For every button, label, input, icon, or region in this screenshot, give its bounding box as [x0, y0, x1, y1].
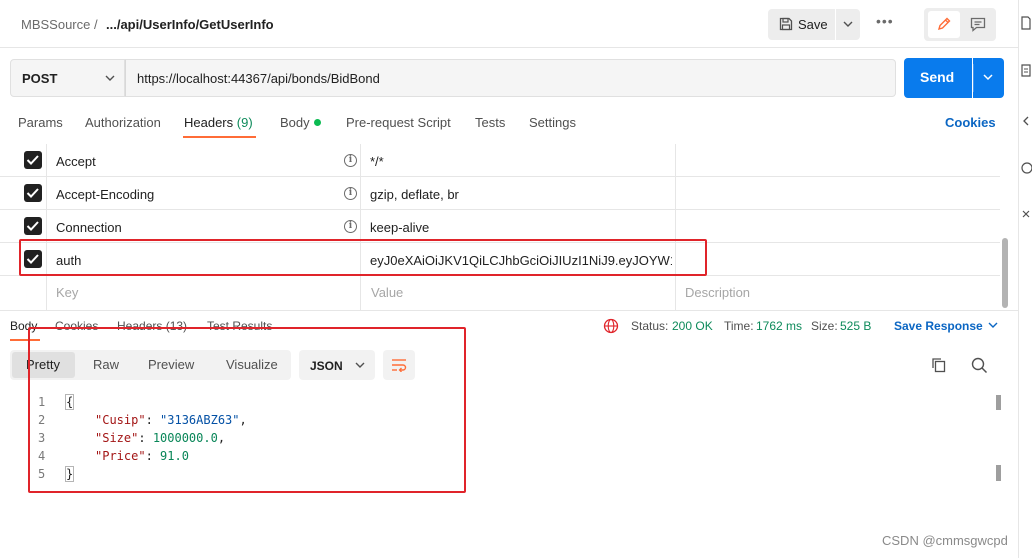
url-input[interactable]: https://localhost:44367/api/bonds/BidBon… — [125, 59, 896, 97]
send-button[interactable]: Send — [904, 58, 972, 98]
comment-icon — [970, 17, 986, 32]
method-label: POST — [22, 71, 58, 86]
description-placeholder[interactable]: Description — [685, 285, 750, 300]
code-icon[interactable] — [1021, 114, 1031, 128]
time-label: Time: — [724, 319, 754, 333]
send-label: Send — [920, 69, 955, 85]
chevron-down-icon — [105, 75, 115, 81]
breadcrumb-workspace[interactable]: MBSSource — [21, 17, 90, 32]
chevron-down-icon[interactable] — [988, 322, 998, 329]
breadcrumb-request-name[interactable]: .../api/UserInfo/GetUserInfo — [106, 17, 274, 32]
header-key[interactable]: Connection — [56, 220, 122, 235]
watermark: CSDN @cmmsgwcpd — [882, 533, 1008, 548]
save-button[interactable]: Save — [768, 9, 835, 40]
document-icon[interactable] — [1021, 16, 1031, 30]
header-value[interactable]: gzip, deflate, br — [370, 187, 459, 202]
info-panel-icon[interactable] — [1021, 64, 1031, 78]
header-key[interactable]: Accept-Encoding — [56, 187, 154, 202]
body-status-dot — [313, 119, 321, 126]
globe-icon[interactable] — [603, 318, 619, 334]
tab-settings[interactable]: Settings — [529, 115, 576, 130]
status-label: Status: — [631, 319, 669, 333]
code-scrollbar[interactable] — [996, 395, 1001, 410]
chevron-down-icon — [843, 21, 853, 27]
annotation-box-response-body — [28, 327, 466, 493]
info-icon: i — [344, 187, 357, 200]
info-icon: i — [344, 154, 357, 167]
headers-scrollbar[interactable] — [1002, 238, 1008, 308]
comments-mode-button[interactable] — [962, 11, 994, 38]
tab-body[interactable]: Body — [280, 115, 321, 130]
checkmark-icon — [26, 188, 39, 198]
pencil-icon — [937, 17, 951, 31]
key-placeholder[interactable]: Key — [56, 285, 78, 300]
save-dropdown-button[interactable] — [836, 9, 860, 40]
header-checkbox[interactable] — [24, 217, 42, 235]
code-scrollbar[interactable] — [996, 465, 1001, 481]
save-icon — [779, 17, 793, 31]
cookies-link[interactable]: Cookies — [945, 115, 996, 130]
response-divider — [0, 310, 1018, 311]
tab-headers[interactable]: Headers (9) — [184, 115, 253, 130]
active-tab-indicator — [183, 136, 256, 138]
tab-tests[interactable]: Tests — [475, 115, 505, 130]
tab-headers-label: Headers — [184, 115, 234, 130]
value-placeholder[interactable]: Value — [371, 285, 403, 300]
checkmark-icon — [26, 155, 39, 165]
tab-authorization[interactable]: Authorization — [85, 115, 161, 130]
tab-pre-request-script[interactable]: Pre-request Script — [346, 115, 451, 130]
headers-count: (9) — [236, 115, 253, 130]
search-icon[interactable] — [971, 357, 988, 374]
header-key[interactable]: Accept — [56, 154, 96, 169]
tab-params[interactable]: Params — [18, 115, 63, 130]
more-options-button[interactable]: ••• — [876, 13, 894, 29]
history-icon[interactable] — [1020, 161, 1032, 175]
save-response-label: Save Response — [894, 319, 983, 333]
time-value[interactable]: 1762 ms — [756, 319, 802, 333]
url-text: https://localhost:44367/api/bonds/BidBon… — [137, 71, 380, 86]
breadcrumb-separator: / — [94, 17, 98, 32]
chevron-down-icon — [983, 74, 993, 81]
method-select[interactable]: POST — [10, 59, 125, 97]
annotation-box-auth-header — [19, 239, 707, 276]
tab-body-label: Body — [280, 115, 310, 130]
header-value[interactable]: */* — [370, 154, 384, 169]
status-value[interactable]: 200 OK — [672, 319, 713, 333]
header-checkbox[interactable] — [24, 184, 42, 202]
table-row — [0, 144, 1000, 177]
size-value[interactable]: 525 B — [840, 319, 871, 333]
save-label: Save — [798, 17, 828, 32]
size-label: Size: — [811, 319, 838, 333]
save-response-button[interactable]: Save Response — [894, 319, 983, 333]
info-icon: i — [344, 220, 357, 233]
edit-mode-button[interactable] — [928, 11, 960, 38]
header-value[interactable]: keep-alive — [370, 220, 429, 235]
header-checkbox[interactable] — [24, 151, 42, 169]
copy-icon[interactable] — [931, 357, 947, 373]
checkmark-icon — [26, 221, 39, 231]
settings-icon[interactable] — [1021, 207, 1031, 221]
send-dropdown-button[interactable] — [973, 58, 1004, 98]
right-sidebar — [1018, 0, 1032, 558]
